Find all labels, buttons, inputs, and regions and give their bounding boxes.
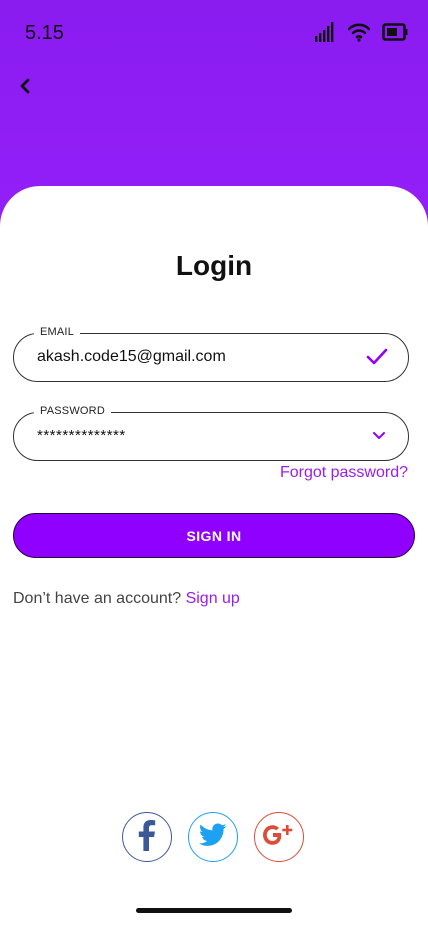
google-plus-icon bbox=[262, 821, 296, 854]
wifi-icon bbox=[347, 22, 371, 47]
sign-in-button[interactable]: SIGN IN bbox=[13, 513, 415, 558]
twitter-login-button[interactable] bbox=[188, 812, 238, 862]
signal-icon bbox=[314, 21, 336, 48]
password-field[interactable]: PASSWORD ************** bbox=[13, 405, 409, 461]
checkmark-icon bbox=[366, 346, 388, 373]
status-bar: 5.15 bbox=[0, 0, 428, 64]
password-value: ************** bbox=[37, 427, 126, 444]
status-icons bbox=[314, 21, 408, 48]
chevron-down-icon[interactable] bbox=[370, 426, 388, 449]
signup-row: Don’t have an account? Sign up bbox=[13, 590, 240, 608]
login-card: Login EMAIL akash.code15@gmail.com PASSW… bbox=[0, 186, 428, 926]
chevron-left-icon bbox=[17, 75, 33, 102]
page-title: Login bbox=[175, 250, 253, 281]
email-label: EMAIL bbox=[34, 326, 81, 338]
social-login-row bbox=[0, 812, 428, 862]
forgot-password-link[interactable]: Forgot password? bbox=[280, 464, 408, 482]
signup-prompt: Don’t have an account? bbox=[13, 590, 186, 607]
facebook-icon bbox=[132, 818, 162, 857]
google-plus-login-button[interactable] bbox=[254, 812, 304, 862]
home-indicator[interactable] bbox=[136, 908, 292, 913]
email-value: akash.code15@gmail.com bbox=[37, 348, 226, 365]
email-field[interactable]: EMAIL akash.code15@gmail.com bbox=[13, 326, 409, 382]
twitter-icon bbox=[198, 822, 227, 852]
battery-icon bbox=[382, 22, 408, 47]
sign-up-link[interactable]: Sign up bbox=[186, 590, 240, 607]
status-time: 5.15 bbox=[25, 22, 64, 44]
password-label: PASSWORD bbox=[34, 405, 111, 417]
facebook-login-button[interactable] bbox=[122, 812, 172, 862]
back-button[interactable] bbox=[13, 76, 37, 100]
